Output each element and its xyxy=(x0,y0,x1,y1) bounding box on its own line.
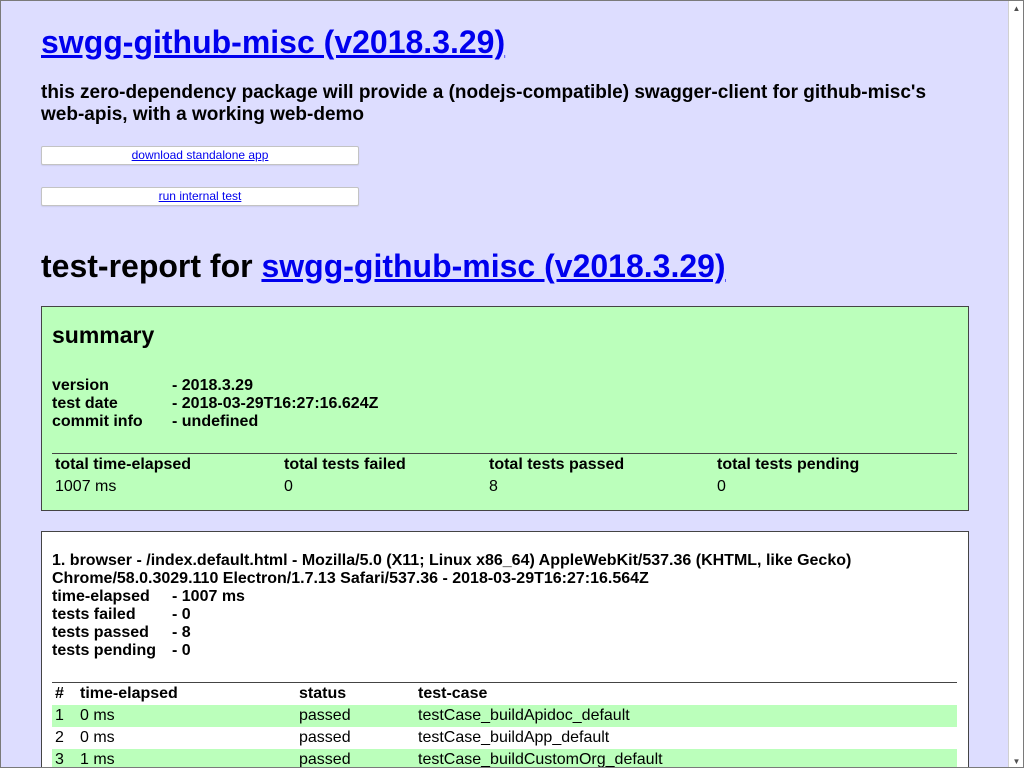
header-time-elapsed: time-elapsed xyxy=(80,685,178,702)
env-tests-failed-key: tests failed xyxy=(52,606,136,623)
case-name: testCase_buildApp_default xyxy=(418,729,610,746)
summary-stats-value-row: 1007 ms 0 8 0 xyxy=(52,476,957,498)
summary-commit-info-row: commit info undefined xyxy=(52,413,258,431)
summary-test-date-key: test date xyxy=(52,395,118,412)
env-tests-pending-row: tests pending 0 xyxy=(52,642,191,660)
summary-test-date-row: test date 2018-03-29T16:27:16.624Z xyxy=(52,395,378,413)
stats-value-time-elapsed: 1007 ms xyxy=(55,478,117,495)
case-status: passed xyxy=(299,707,351,724)
case-time-elapsed: 0 ms xyxy=(80,729,115,746)
summary-version-value: 2018.3.29 xyxy=(172,377,253,394)
stats-value-tests-failed: 0 xyxy=(284,478,293,495)
stats-value-tests-passed: 8 xyxy=(489,478,498,495)
report-title-link[interactable]: swgg-github-misc (v2018.3.29) xyxy=(261,248,725,284)
report-title: test-report for swgg-github-misc (v2018.… xyxy=(41,247,726,285)
summary-heading: summary xyxy=(52,322,155,348)
case-status: passed xyxy=(299,729,351,746)
header-test-case: test-case xyxy=(418,685,488,702)
stats-value-tests-pending: 0 xyxy=(717,478,726,495)
stats-header-time-elapsed: total time-elapsed xyxy=(55,456,192,473)
package-title-link[interactable]: swgg-github-misc (v2018.3.29) xyxy=(41,24,505,60)
summary-commit-info-value: undefined xyxy=(172,413,258,430)
report-title-prefix: test-report for xyxy=(41,248,262,284)
summary-commit-info-key: commit info xyxy=(52,413,143,430)
summary-version-row: version 2018.3.29 xyxy=(52,377,253,395)
table-row: 1 0 ms passed testCase_buildApidoc_defau… xyxy=(52,705,957,727)
env-tests-passed-row: tests passed 8 xyxy=(52,624,191,642)
env-tests-passed-value: 8 xyxy=(172,624,191,641)
case-time-elapsed: 0 ms xyxy=(80,707,115,724)
download-app-button[interactable]: download standalone app xyxy=(41,146,359,165)
table-row: 3 1 ms passed testCase_buildCustomOrg_de… xyxy=(52,749,957,768)
case-time-elapsed: 1 ms xyxy=(80,751,115,768)
summary-stats-header-row: total time-elapsed total tests failed to… xyxy=(52,454,957,476)
env-tests-pending-key: tests pending xyxy=(52,642,157,659)
scroll-down-icon[interactable]: ▼ xyxy=(1009,754,1023,767)
download-app-link[interactable]: download standalone app xyxy=(132,148,269,162)
env-tests-pending-value: 0 xyxy=(172,642,191,659)
summary-stats-table: total time-elapsed total tests failed to… xyxy=(52,453,957,498)
case-number: 3 xyxy=(55,751,64,768)
run-test-link[interactable]: run internal test xyxy=(159,189,242,203)
env-tests-failed-row: tests failed 0 xyxy=(52,606,191,624)
header-number: # xyxy=(55,685,64,702)
env-tests-passed-key: tests passed xyxy=(52,624,149,641)
case-number: 2 xyxy=(55,729,64,746)
env-time-elapsed-key: time-elapsed xyxy=(52,588,150,605)
browser-viewport: swgg-github-misc (v2018.3.29) this zero-… xyxy=(0,0,1024,768)
summary-test-date-value: 2018-03-29T16:27:16.624Z xyxy=(172,395,378,412)
case-number: 1 xyxy=(55,707,64,724)
run-test-button[interactable]: run internal test xyxy=(41,187,359,206)
env-time-elapsed-row: time-elapsed 1007 ms xyxy=(52,588,245,606)
summary-version-key: version xyxy=(52,377,109,394)
test-cases-table: # time-elapsed status test-case 1 0 ms p… xyxy=(52,682,957,768)
case-name: testCase_buildCustomOrg_default xyxy=(418,751,663,768)
environment-title: 1. browser - /index.default.html - Mozil… xyxy=(52,552,852,587)
case-name: testCase_buildApidoc_default xyxy=(418,707,630,724)
stats-header-tests-pending: total tests pending xyxy=(717,456,860,473)
stats-header-tests-failed: total tests failed xyxy=(284,456,406,473)
env-time-elapsed-value: 1007 ms xyxy=(172,588,245,605)
scroll-up-icon[interactable]: ▲ xyxy=(1009,1,1023,16)
package-title: swgg-github-misc (v2018.3.29) xyxy=(41,23,505,61)
test-cases-header-row: # time-elapsed status test-case xyxy=(52,683,957,705)
vertical-scrollbar[interactable]: ▲ ▼ xyxy=(1008,1,1023,767)
header-status: status xyxy=(299,685,347,702)
table-row: 2 0 ms passed testCase_buildApp_default xyxy=(52,727,957,749)
package-description: this zero-dependency package will provid… xyxy=(41,82,927,125)
env-tests-failed-value: 0 xyxy=(172,606,191,623)
case-status: passed xyxy=(299,751,351,768)
stats-header-tests-passed: total tests passed xyxy=(489,456,625,473)
